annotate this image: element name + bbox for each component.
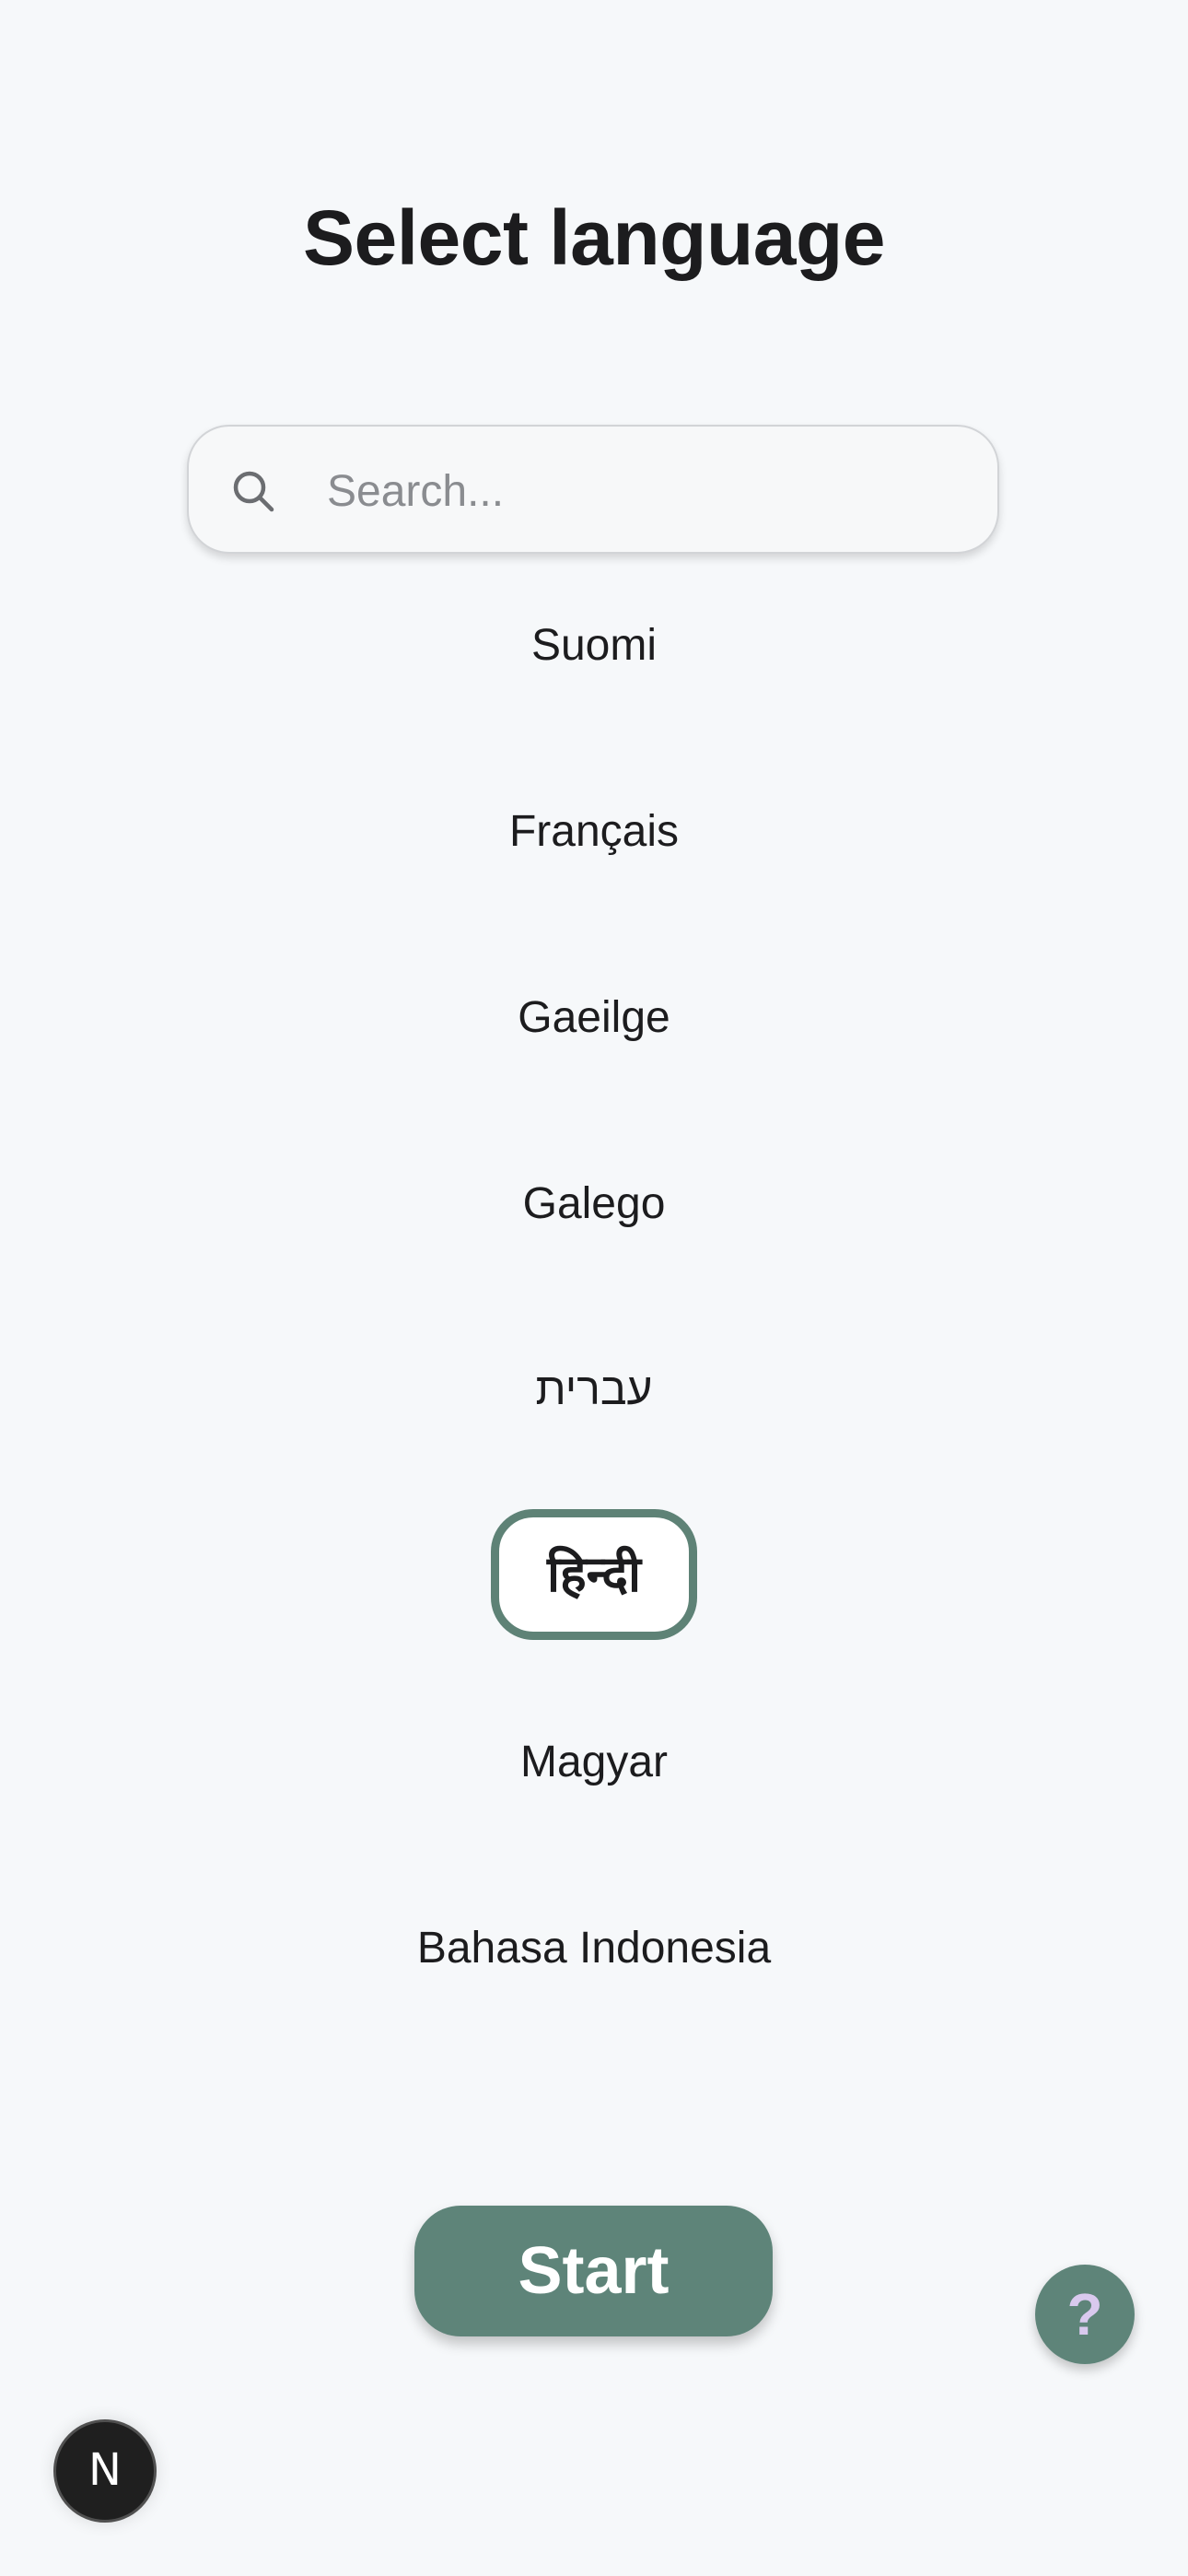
- language-option-magyar[interactable]: Magyar: [0, 1716, 1188, 1809]
- language-label: Français: [508, 807, 680, 856]
- language-option-bahasa-indonesia[interactable]: Bahasa Indonesia: [0, 1903, 1188, 1995]
- language-option-hebrew[interactable]: עברית: [0, 1344, 1188, 1436]
- language-label: Galego: [522, 1179, 666, 1228]
- language-label: Bahasa Indonesia: [416, 1924, 772, 1973]
- language-option-galego[interactable]: Galego: [0, 1158, 1188, 1250]
- help-button[interactable]: ?: [1035, 2265, 1135, 2364]
- next-logo-icon: N: [88, 2444, 122, 2496]
- language-label: हिन्दी: [490, 1509, 697, 1640]
- help-icon: ?: [1066, 2281, 1103, 2348]
- language-option-francais[interactable]: Français: [0, 786, 1188, 878]
- language-label: Gaeilge: [518, 993, 670, 1042]
- language-label: Magyar: [519, 1738, 669, 1786]
- language-list: Suomi Français Gaeilge Galego עברית हिन्…: [0, 0, 1188, 2119]
- language-label: עברית: [535, 1365, 653, 1414]
- start-button[interactable]: Start: [414, 2206, 773, 2336]
- language-label: Suomi: [530, 621, 658, 670]
- language-option-suomi[interactable]: Suomi: [0, 600, 1188, 692]
- next-dev-badge[interactable]: N: [53, 2419, 157, 2523]
- language-option-hindi-selected[interactable]: हिन्दी: [0, 1509, 1188, 1640]
- language-option-gaeilge[interactable]: Gaeilge: [0, 972, 1188, 1064]
